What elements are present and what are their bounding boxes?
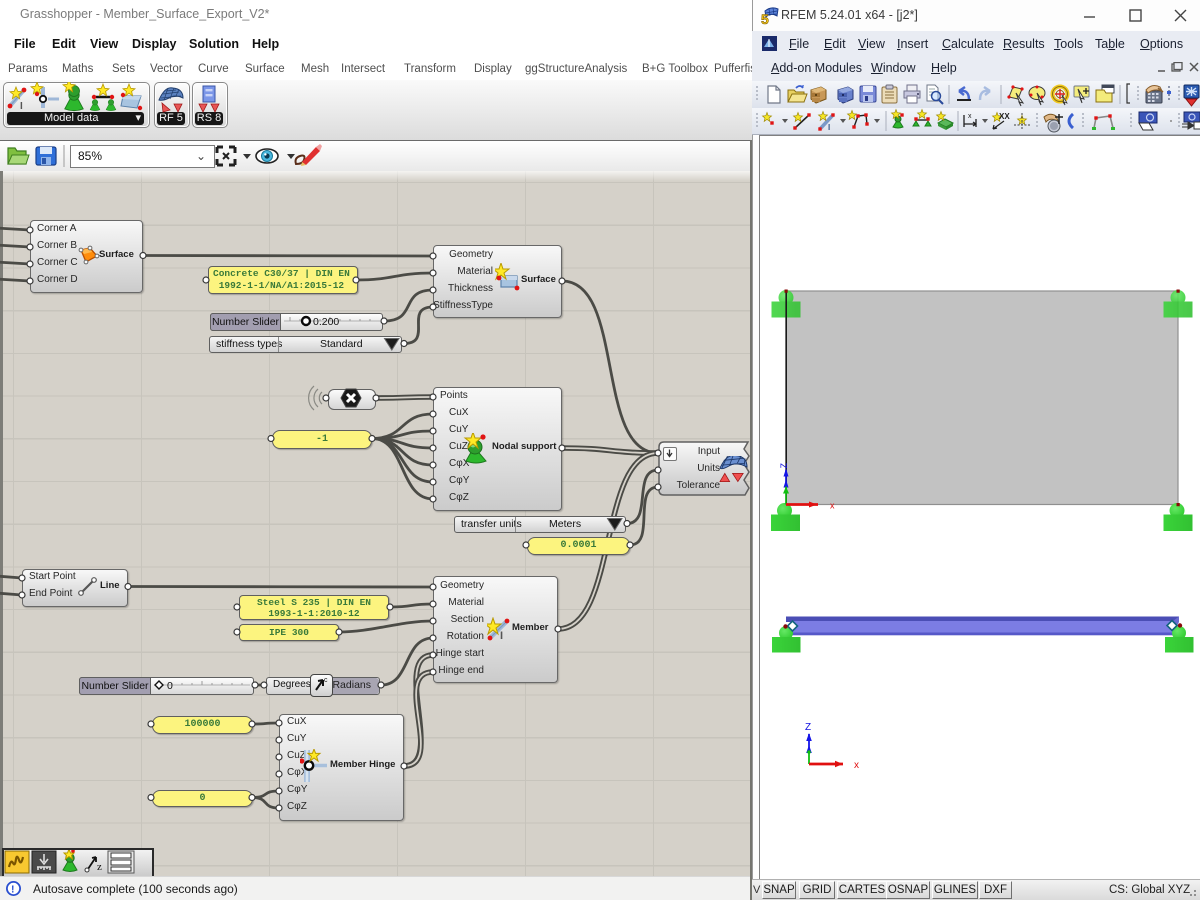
svg-text:!: ! [11, 884, 15, 896]
svg-text:z: z [97, 861, 102, 873]
svg-text:x: x [830, 501, 835, 511]
svg-text:Z: Z [779, 463, 789, 469]
svg-text:I: I [828, 123, 830, 132]
svg-text:5: 5 [761, 11, 769, 26]
svg-text:I: I [20, 101, 23, 112]
svg-text:x: x [968, 113, 972, 120]
svg-text:XX: XX [999, 112, 1010, 121]
svg-text:Z: Z [805, 722, 811, 733]
svg-text:x: x [854, 760, 859, 771]
